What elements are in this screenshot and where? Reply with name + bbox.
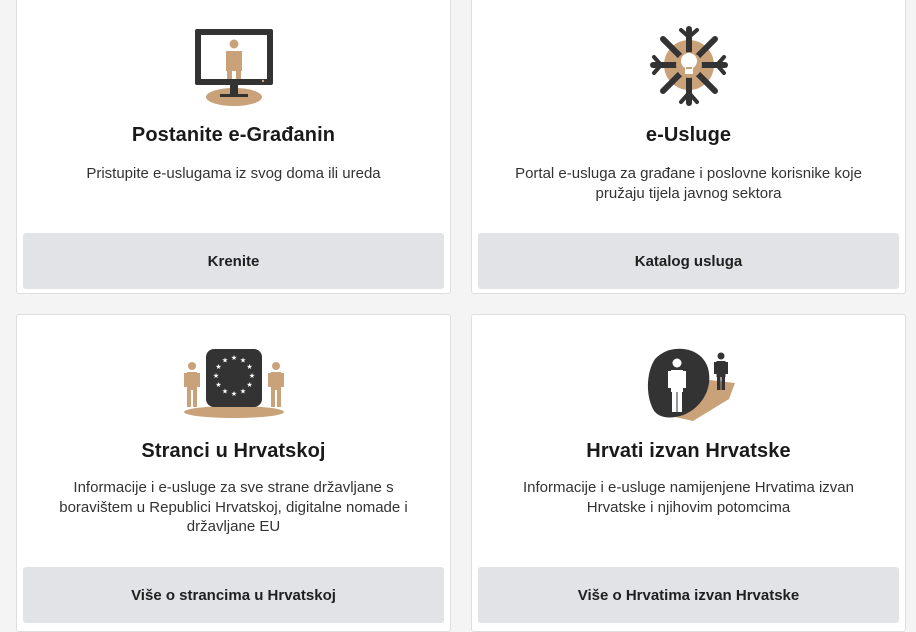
card-croats-abroad: Hrvati izvan Hrvatske Informacije i e-us…: [471, 314, 906, 632]
svg-text:★: ★: [246, 381, 252, 389]
svg-text:★: ★: [215, 363, 221, 371]
computer-user-icon: [17, 25, 450, 109]
svg-text:★: ★: [248, 372, 254, 380]
card-title: Postanite e-Građanin: [131, 124, 336, 146]
svg-text:★: ★: [230, 354, 236, 362]
card-description: Portal e-usluga za građane i poslovne ko…: [515, 165, 862, 202]
eu-foreigners-icon: ★ ★ ★ ★ ★ ★ ★ ★ ★ ★ ★ ★: [17, 347, 450, 421]
services-grid: Postanite e-Građanin Pristupite e-usluga…: [16, 0, 906, 632]
start-button[interactable]: Krenite: [23, 233, 444, 289]
svg-text:★: ★: [221, 388, 227, 396]
card-title: Hrvati izvan Hrvatske: [586, 440, 791, 462]
card-title: Stranci u Hrvatskoj: [141, 440, 326, 462]
more-about-foreigners-button[interactable]: Više o strancima u Hrvatskoj: [23, 567, 444, 623]
card-description: Informacije i e-usluge za sve strane drž…: [59, 479, 408, 535]
svg-text:★: ★: [212, 372, 218, 380]
card-description: Informacije i e-usluge namijenjene Hrvat…: [523, 479, 854, 516]
svg-text:★: ★: [239, 388, 245, 396]
e-services-icon: [472, 25, 905, 109]
svg-text:★: ★: [230, 390, 236, 398]
svg-text:★: ★: [246, 363, 252, 371]
svg-text:★: ★: [215, 381, 221, 389]
card-title: e-Usluge: [645, 124, 732, 146]
card-foreigners-in-croatia: ★ ★ ★ ★ ★ ★ ★ ★ ★ ★ ★ ★ Stranci u Hrvats…: [16, 314, 451, 632]
croats-abroad-icon: [472, 347, 905, 421]
card-description: Pristupite e-uslugama iz svog doma ili u…: [86, 165, 381, 182]
service-catalog-button[interactable]: Katalog usluga: [478, 233, 899, 289]
card-e-services: e-Usluge Portal e-usluga za građane i po…: [471, 0, 906, 294]
more-about-croats-abroad-button[interactable]: Više o Hrvatima izvan Hrvatske: [478, 567, 899, 623]
svg-text:★: ★: [221, 357, 227, 365]
card-become-e-citizen: Postanite e-Građanin Pristupite e-usluga…: [16, 0, 451, 294]
svg-text:★: ★: [239, 357, 245, 365]
